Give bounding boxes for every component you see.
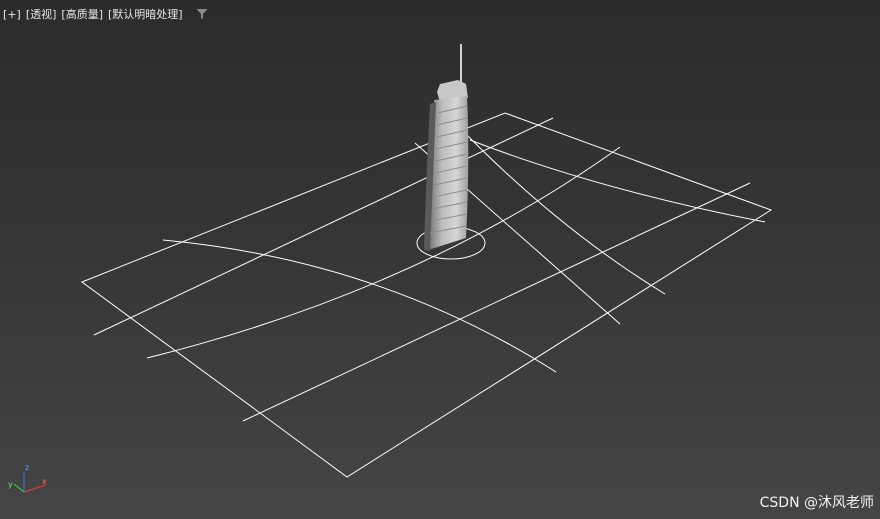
- axis-y-line: [13, 483, 25, 493]
- axis-y-label: y: [8, 480, 13, 489]
- perspective-viewport[interactable]: [+] [透视] [高质量] [默认明暗处理] z x y CSDN @沐风老师: [0, 0, 880, 519]
- tower-model[interactable]: [424, 44, 469, 251]
- axis-gizmo: z x y: [8, 463, 47, 493]
- curve-d: [162, 239, 557, 373]
- curve-a: [93, 117, 554, 336]
- scene-canvas: z x y: [8, 44, 773, 493]
- axis-z-label: z: [25, 463, 29, 472]
- plane-outline[interactable]: [80, 112, 773, 478]
- tower-antenna: [460, 44, 462, 82]
- curve-b: [146, 146, 621, 359]
- watermark-text: CSDN @沐风老师: [759, 495, 874, 511]
- axis-x-line: [23, 484, 47, 493]
- axis-x-label: x: [42, 477, 47, 486]
- curve-c: [242, 182, 751, 422]
- curve-g: [469, 139, 766, 223]
